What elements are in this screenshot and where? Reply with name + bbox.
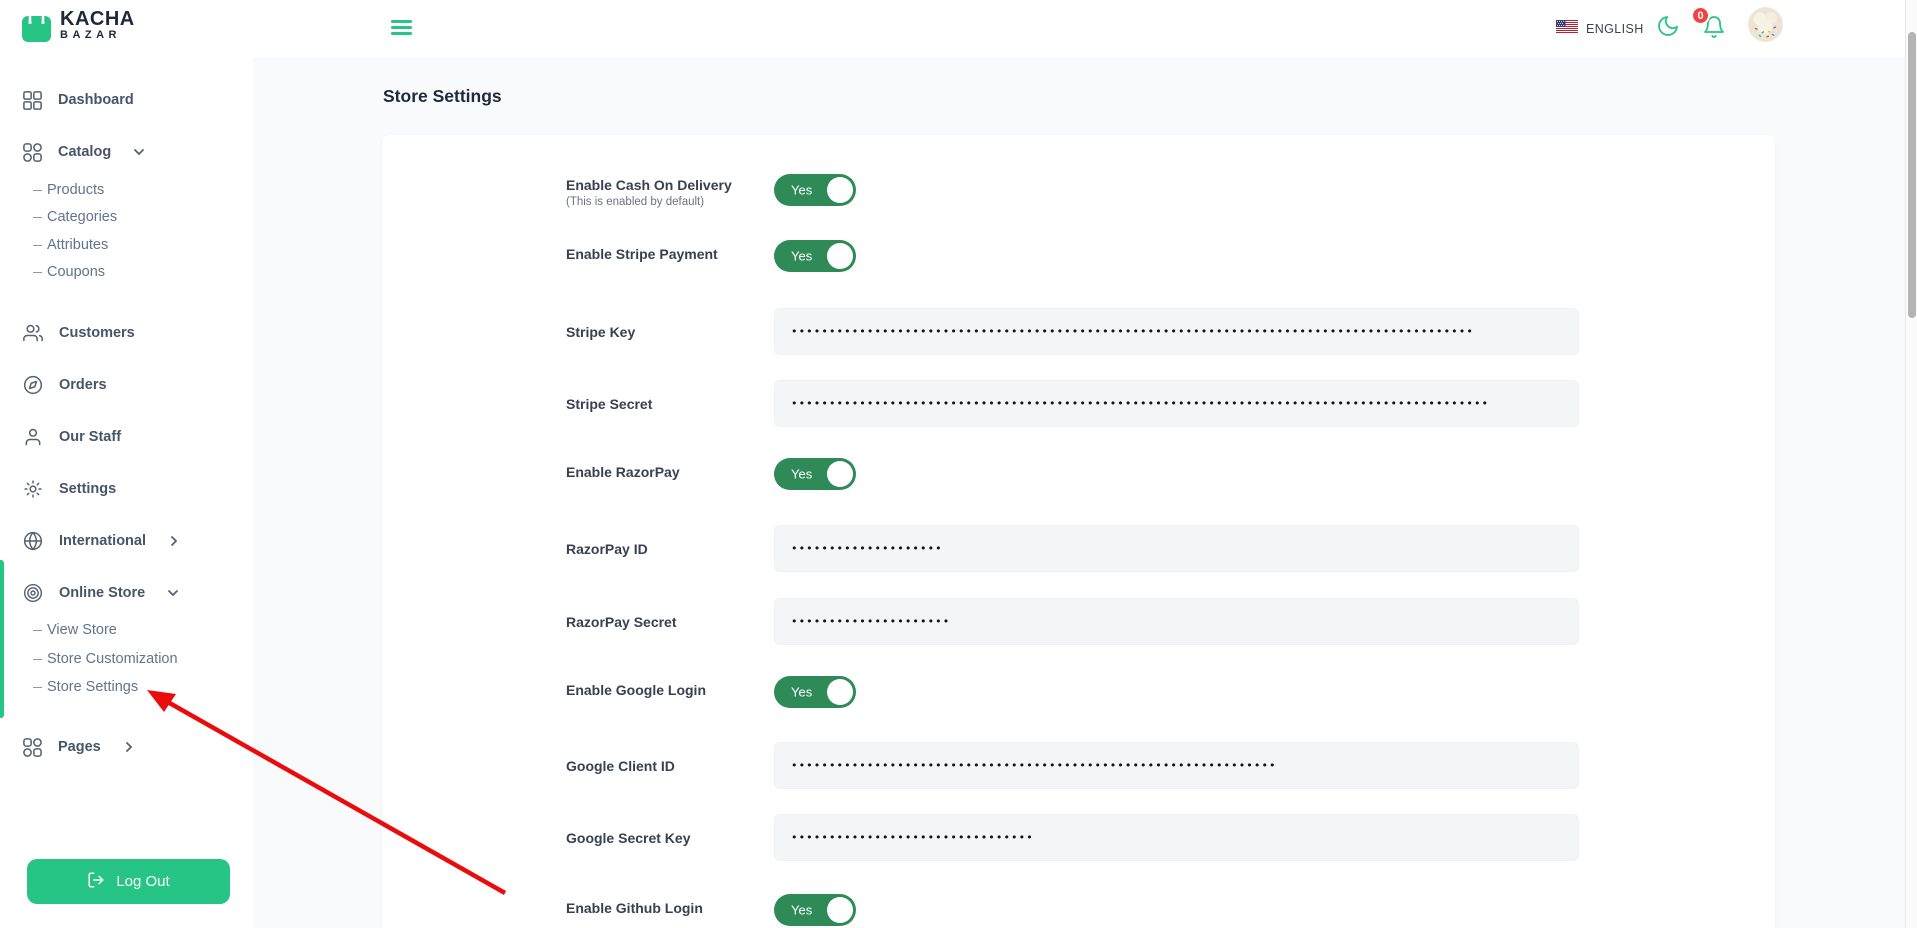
page-title: Store Settings <box>383 86 502 106</box>
google-client-id-input[interactable] <box>774 742 1579 789</box>
razorpay-id-input[interactable] <box>774 525 1579 572</box>
user-avatar[interactable] <box>1748 7 1783 42</box>
setting-row-razorpay-secret: RazorPay Secret <box>566 598 1579 645</box>
setting-label: Stripe Key <box>566 323 636 340</box>
log-out-button[interactable]: Log Out <box>27 859 230 904</box>
enable-razorpay-toggle[interactable]: Yes <box>774 458 856 490</box>
bell-icon <box>1702 16 1726 43</box>
sidebar-item-international[interactable]: International <box>0 529 253 553</box>
razorpay-secret-input[interactable] <box>774 598 1579 645</box>
stripe-key-input[interactable] <box>774 308 1579 355</box>
chevron-down-icon <box>167 587 179 599</box>
brand-logo[interactable]: KACHA BAZAR <box>22 8 135 47</box>
setting-label: Google Secret Key <box>566 829 691 846</box>
moon-icon <box>1656 16 1680 42</box>
sidebar-item-settings[interactable]: Settings <box>0 477 253 501</box>
online-store-disc-icon <box>23 583 43 603</box>
setting-label: Stripe Secret <box>566 395 653 412</box>
sidebar-item-attributes[interactable]: Attributes <box>0 233 253 257</box>
enable-github-login-toggle[interactable]: Yes <box>774 894 856 926</box>
dashboard-grid-icon <box>23 90 42 110</box>
language-label: ENGLISH <box>1586 21 1644 36</box>
google-secret-key-input[interactable] <box>774 814 1579 861</box>
setting-row-stripe-key: Stripe Key <box>566 308 1579 355</box>
sidebar-item-coupons[interactable]: Coupons <box>0 260 253 284</box>
logout-icon <box>87 871 105 893</box>
scrollbar-thumb[interactable] <box>1907 32 1916 318</box>
setting-row-razorpay-id: RazorPay ID <box>566 525 1579 572</box>
sidebar-item-online-store[interactable]: Online Store <box>0 581 253 605</box>
setting-label: Enable RazorPay <box>566 464 680 480</box>
setting-label: Enable Google Login <box>566 682 706 698</box>
setting-row-razorpay: Enable RazorPay Yes <box>566 458 1579 490</box>
setting-label: Google Client ID <box>566 757 675 774</box>
sidebar-item-pages[interactable]: Pages <box>0 735 253 759</box>
dark-mode-button[interactable] <box>1656 14 1682 42</box>
setting-row-stripe-payment: Enable Stripe Payment Yes <box>566 240 1579 272</box>
setting-row-google-secret-key: Google Secret Key <box>566 814 1579 861</box>
customers-icon <box>23 324 43 342</box>
setting-row-stripe-secret: Stripe Secret <box>566 380 1579 427</box>
sidebar: KACHA BAZAR Dashboard Catalog Products C… <box>0 0 253 928</box>
toggle-knob <box>827 897 853 923</box>
enable-cash-on-delivery-toggle[interactable]: Yes <box>774 174 856 206</box>
sidebar-item-catalog[interactable]: Catalog <box>0 140 253 164</box>
menu-toggle-button[interactable] <box>391 20 412 35</box>
brand-title: KACHA <box>60 8 135 30</box>
toggle-knob <box>827 243 853 269</box>
sidebar-item-categories[interactable]: Categories <box>0 205 253 229</box>
sidebar-item-store-settings[interactable]: Store Settings <box>0 675 253 699</box>
store-settings-card: Enable Cash On Delivery (This is enabled… <box>382 135 1775 928</box>
setting-label: Enable Github Login <box>566 900 703 916</box>
shopping-bag-icon <box>22 8 51 47</box>
sidebar-item-products[interactable]: Products <box>0 178 253 202</box>
setting-row-google-login: Enable Google Login Yes <box>566 676 1579 708</box>
page-scrollbar <box>1905 0 1917 928</box>
toggle-knob <box>827 679 853 705</box>
chevron-right-icon <box>123 741 135 753</box>
setting-note: (This is enabled by default) <box>566 196 705 208</box>
language-selector[interactable]: ENGLISH <box>1556 0 1644 57</box>
settings-gear-icon <box>24 480 42 498</box>
stripe-secret-input[interactable] <box>774 380 1579 427</box>
us-flag-icon <box>1556 19 1578 38</box>
globe-icon <box>23 531 43 551</box>
setting-row-google-client-id: Google Client ID <box>566 742 1579 789</box>
setting-label: Enable Stripe Payment <box>566 246 718 262</box>
sidebar-item-customers[interactable]: Customers <box>0 321 253 345</box>
setting-label: Enable Cash On Delivery <box>566 177 732 193</box>
staff-user-icon <box>25 428 41 446</box>
sidebar-item-our-staff[interactable]: Our Staff <box>0 425 253 449</box>
toggle-knob <box>827 177 853 203</box>
brand-subtitle: BAZAR <box>60 29 121 41</box>
chevron-down-icon <box>133 146 145 158</box>
setting-label: RazorPay ID <box>566 540 648 557</box>
orders-compass-icon <box>23 375 43 395</box>
pages-category-icon <box>23 737 42 757</box>
toggle-knob <box>827 461 853 487</box>
setting-label: RazorPay Secret <box>566 613 677 630</box>
sidebar-item-view-store[interactable]: View Store <box>0 618 253 642</box>
setting-row-github-login: Enable Github Login Yes <box>566 894 1579 926</box>
sidebar-item-dashboard[interactable]: Dashboard <box>0 88 253 112</box>
top-bar: ENGLISH 0 <box>0 0 1905 57</box>
setting-row-cash-on-delivery: Enable Cash On Delivery (This is enabled… <box>566 174 1579 208</box>
sidebar-item-orders[interactable]: Orders <box>0 373 253 397</box>
enable-google-login-toggle[interactable]: Yes <box>774 676 856 708</box>
chevron-right-icon <box>168 535 180 547</box>
catalog-category-icon <box>23 142 42 162</box>
notification-count-badge: 0 <box>1691 6 1710 25</box>
enable-stripe-payment-toggle[interactable]: Yes <box>774 240 856 272</box>
sidebar-item-store-customization[interactable]: Store Customization <box>0 647 253 671</box>
